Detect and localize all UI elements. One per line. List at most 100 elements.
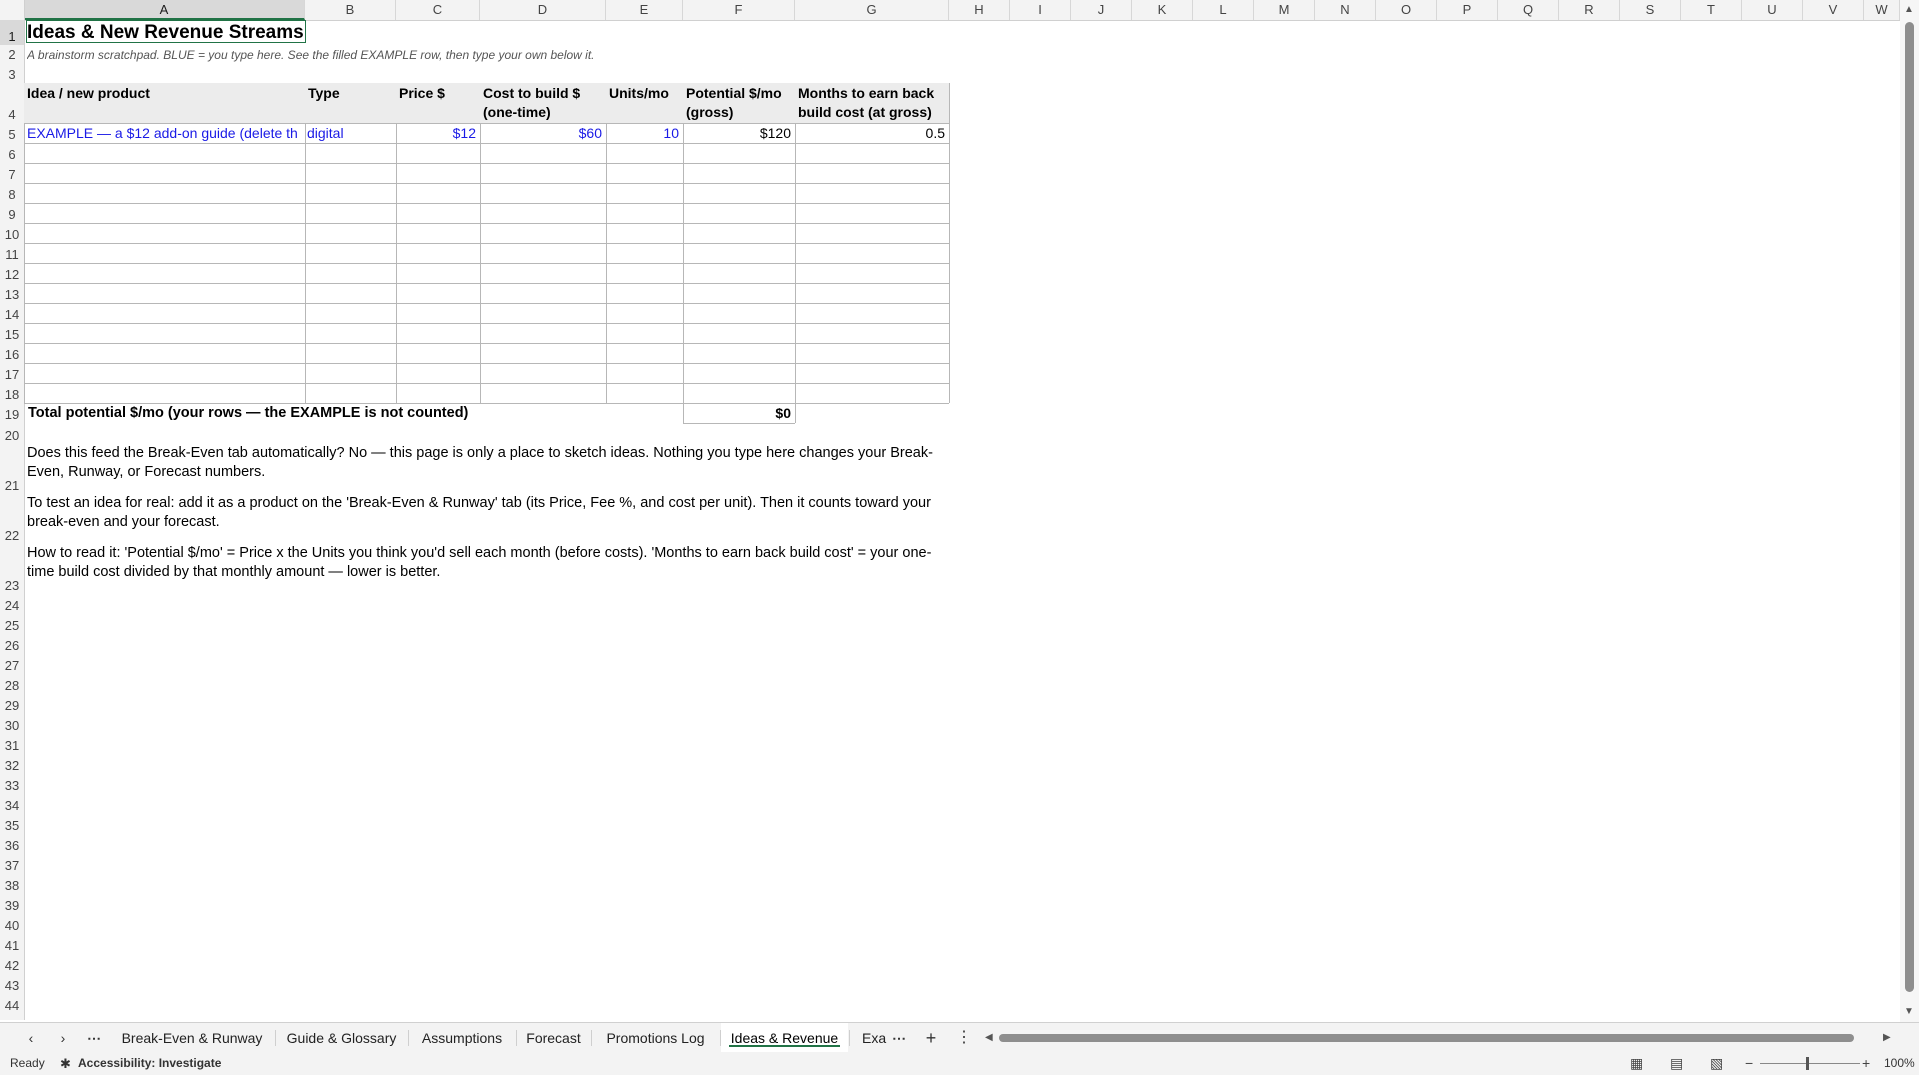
tab-scroll-right-icon[interactable]: ›	[52, 1023, 74, 1053]
row-header[interactable]: 2	[0, 45, 24, 63]
column-header-q[interactable]: Q	[1498, 0, 1559, 20]
row-header[interactable]: 42	[0, 954, 24, 974]
column-header-e[interactable]: E	[606, 0, 683, 20]
row-header[interactable]: 33	[0, 774, 24, 794]
row-header[interactable]: 37	[0, 854, 24, 874]
zoom-out-icon[interactable]: −	[1745, 1052, 1753, 1075]
row-header[interactable]: 15	[0, 323, 24, 343]
note-feeds-break-even[interactable]: Does this feed the Break-Even tab automa…	[27, 444, 947, 482]
row-header[interactable]: 44	[0, 994, 24, 1014]
row-header[interactable]: 14	[0, 303, 24, 323]
example-price-cell[interactable]: $12	[396, 123, 480, 143]
row-header[interactable]: 6	[0, 143, 24, 163]
horizontal-scroll-thumb[interactable]	[999, 1034, 1854, 1042]
row-header[interactable]: 40	[0, 914, 24, 934]
row-header[interactable]: 13	[0, 283, 24, 303]
row-header[interactable]: 22	[0, 494, 24, 544]
accessibility-icon[interactable]: ✱	[60, 1052, 71, 1075]
vertical-scroll-thumb[interactable]	[1905, 22, 1914, 992]
example-units-cell[interactable]: 10	[606, 123, 683, 143]
tab-assumptions[interactable]: Assumptions	[409, 1023, 515, 1053]
zoom-slider-handle[interactable]	[1806, 1057, 1809, 1070]
zoom-in-icon[interactable]: +	[1862, 1052, 1870, 1075]
page-layout-view-icon[interactable]: ▤	[1670, 1052, 1683, 1075]
example-cost-cell[interactable]: $60	[480, 123, 606, 143]
column-header-w[interactable]: W	[1864, 0, 1900, 20]
row-header[interactable]: 34	[0, 794, 24, 814]
add-sheet-icon[interactable]: +	[920, 1023, 942, 1053]
row-header[interactable]: 7	[0, 163, 24, 183]
column-header-t[interactable]: T	[1681, 0, 1742, 20]
zoom-slider-track[interactable]	[1760, 1063, 1860, 1064]
select-all-corner[interactable]	[0, 0, 25, 20]
row-header[interactable]: 41	[0, 934, 24, 954]
example-type-cell[interactable]: digital	[307, 123, 396, 143]
page-break-view-icon[interactable]: ▧	[1710, 1052, 1723, 1075]
row-header[interactable]: 32	[0, 754, 24, 774]
row-header[interactable]: 18	[0, 383, 24, 403]
example-idea-cell[interactable]: EXAMPLE — a $12 add-on guide (delete th	[27, 123, 305, 143]
horizontal-scrollbar[interactable]: ◀ ▶	[985, 1032, 1895, 1044]
note-test-idea[interactable]: To test an idea for real: add it as a pr…	[27, 494, 947, 532]
row-header[interactable]: 36	[0, 834, 24, 854]
example-months-cell[interactable]: 0.5	[795, 123, 949, 143]
column-header-h[interactable]: H	[949, 0, 1010, 20]
column-header-c[interactable]: C	[396, 0, 480, 20]
scroll-up-icon[interactable]: ▲	[1904, 4, 1914, 15]
sheet-options-icon[interactable]: ⋮	[953, 1023, 975, 1053]
tab-scroll-left-icon[interactable]: ‹	[20, 1023, 42, 1053]
more-tabs-left-icon[interactable]: ⋯	[83, 1023, 105, 1053]
row-header[interactable]: 21	[0, 444, 24, 494]
row-header[interactable]: 35	[0, 814, 24, 834]
column-header-k[interactable]: K	[1132, 0, 1193, 20]
header-units[interactable]: Units/mo	[606, 83, 683, 123]
row-header[interactable]: 25	[0, 614, 24, 634]
column-header-s[interactable]: S	[1620, 0, 1681, 20]
row-header[interactable]: 23	[0, 544, 24, 594]
column-header-i[interactable]: I	[1010, 0, 1071, 20]
row-header[interactable]: 28	[0, 674, 24, 694]
more-tabs-right-icon[interactable]: ⋯	[888, 1023, 910, 1053]
row-header[interactable]: 1	[0, 20, 24, 45]
row-header[interactable]: 9	[0, 203, 24, 223]
tab-guide-glossary[interactable]: Guide & Glossary	[276, 1023, 407, 1053]
accessibility-status[interactable]: Accessibility: Investigate	[78, 1052, 221, 1075]
row-header[interactable]: 8	[0, 183, 24, 203]
scroll-down-icon[interactable]: ▼	[1904, 1006, 1914, 1017]
row-header[interactable]: 12	[0, 263, 24, 283]
tab-break-even-runway[interactable]: Break-Even & Runway	[110, 1023, 274, 1053]
row-header[interactable]: 30	[0, 714, 24, 734]
row-header[interactable]: 20	[0, 423, 24, 444]
row-header[interactable]: 39	[0, 894, 24, 914]
scroll-right-icon[interactable]: ▶	[1883, 1028, 1891, 1048]
normal-view-icon[interactable]: ▦	[1630, 1052, 1643, 1075]
row-header[interactable]: 4	[0, 83, 24, 123]
total-value[interactable]: $0	[683, 403, 795, 423]
row-header[interactable]: 10	[0, 223, 24, 243]
total-label[interactable]: Total potential $/mo (your rows — the EX…	[28, 403, 478, 423]
column-header-u[interactable]: U	[1742, 0, 1803, 20]
note-how-to-read[interactable]: How to read it: 'Potential $/mo' = Price…	[27, 544, 947, 582]
scroll-left-icon[interactable]: ◀	[985, 1028, 993, 1048]
row-header[interactable]: 16	[0, 343, 24, 363]
row-header[interactable]: 3	[0, 63, 24, 83]
column-header-m[interactable]: M	[1254, 0, 1315, 20]
header-type[interactable]: Type	[305, 83, 396, 123]
column-header-p[interactable]: P	[1437, 0, 1498, 20]
row-header[interactable]: 5	[0, 123, 24, 143]
row-header[interactable]: 43	[0, 974, 24, 994]
row-header[interactable]: 27	[0, 654, 24, 674]
row-header[interactable]: 26	[0, 634, 24, 654]
header-idea[interactable]: Idea / new product	[24, 83, 305, 123]
header-potential[interactable]: Potential $/mo (gross)	[683, 83, 795, 123]
column-header-n[interactable]: N	[1315, 0, 1376, 20]
column-header-a[interactable]: A	[24, 0, 305, 20]
column-header-j[interactable]: J	[1071, 0, 1132, 20]
column-header-d[interactable]: D	[480, 0, 606, 20]
row-header[interactable]: 29	[0, 694, 24, 714]
column-header-g[interactable]: G	[795, 0, 949, 20]
column-header-v[interactable]: V	[1803, 0, 1864, 20]
row-header[interactable]: 24	[0, 594, 24, 614]
column-header-f[interactable]: F	[683, 0, 795, 20]
tab-promotions-log[interactable]: Promotions Log	[592, 1023, 719, 1053]
